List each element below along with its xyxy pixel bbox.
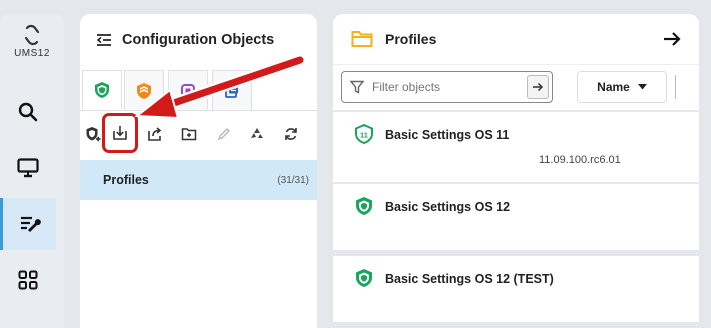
profiles-header: Profiles xyxy=(333,14,699,64)
tabs-divider xyxy=(80,110,317,111)
sort-dropdown[interactable]: Name xyxy=(577,71,667,103)
search-icon xyxy=(18,102,38,122)
apps-grid-icon xyxy=(18,270,38,290)
shield-icon xyxy=(356,269,372,287)
new-folder-button[interactable] xyxy=(176,120,202,148)
profile-card[interactable]: 11 Basic Settings OS 11 11.09.100.rc6.01 xyxy=(333,112,699,182)
profile-card[interactable]: Basic Settings OS 12 xyxy=(333,184,699,250)
profile-card-title: Basic Settings OS 12 xyxy=(385,200,511,214)
tab-profiles[interactable] xyxy=(82,70,122,110)
refresh-icon xyxy=(285,128,297,140)
nav-configuration[interactable] xyxy=(0,198,56,250)
app-logo: UMS12 xyxy=(10,24,54,59)
filter-objects-field xyxy=(341,71,553,103)
profiles-panel: Profiles Name 11 Basic Settings OS 11 11… xyxy=(333,14,699,328)
tab-templates[interactable] xyxy=(212,70,252,110)
edit-button[interactable] xyxy=(211,120,237,148)
export-icon xyxy=(148,127,162,141)
shield-11-icon: 11 xyxy=(355,124,373,144)
profiles-title: Profiles xyxy=(385,31,437,47)
nav-apps[interactable] xyxy=(0,254,56,306)
export-button[interactable] xyxy=(142,120,168,148)
import-button[interactable] xyxy=(102,113,138,153)
tree-item-profiles[interactable]: Profiles (31/31) xyxy=(80,160,317,200)
profile-card-subtitle: 11.09.100.rc6.01 xyxy=(539,154,621,166)
firmware-icon xyxy=(181,83,195,98)
shield-icon xyxy=(95,81,109,98)
profile-card-title: Basic Settings OS 12 (TEST) xyxy=(385,272,554,286)
configuration-objects-header: Configuration Objects xyxy=(80,14,317,66)
arrow-right-icon xyxy=(533,82,544,92)
filter-objects-input[interactable] xyxy=(372,80,512,94)
priority-shield-icon xyxy=(137,82,151,99)
nav-devices[interactable] xyxy=(0,142,56,194)
refresh-button[interactable] xyxy=(278,120,304,148)
logo-icon xyxy=(24,24,40,46)
tree-item-label: Profiles xyxy=(103,173,149,187)
caret-down-icon xyxy=(637,84,647,90)
new-profile-button[interactable] xyxy=(80,120,106,148)
tab-firmware[interactable] xyxy=(168,70,208,110)
recycle-button[interactable] xyxy=(244,120,270,148)
import-icon xyxy=(113,126,127,140)
new-folder-icon xyxy=(181,128,197,141)
collapse-panel-icon[interactable] xyxy=(96,33,112,47)
nav-search[interactable] xyxy=(0,86,56,138)
shield-icon xyxy=(356,197,372,215)
new-profile-icon xyxy=(86,127,101,142)
recycle-icon xyxy=(251,128,263,138)
svg-text:11: 11 xyxy=(360,131,368,140)
configuration-objects-panel: Configuration Objects Profiles (31/31) xyxy=(80,14,317,328)
tree-item-count: (31/31) xyxy=(277,174,309,186)
config-toolbar xyxy=(80,113,317,153)
pencil-icon xyxy=(217,127,231,141)
tab-priority-profiles[interactable] xyxy=(124,70,164,110)
folder-icon xyxy=(351,31,373,47)
sort-label: Name xyxy=(597,80,630,94)
filter-bar: Name xyxy=(333,64,699,110)
profile-card[interactable]: Basic Settings OS 12 (TEST) xyxy=(333,256,699,322)
config-tools-icon xyxy=(20,216,41,232)
template-icon xyxy=(225,84,238,98)
left-navigation: UMS12 xyxy=(0,14,64,328)
filter-icon xyxy=(350,80,364,94)
arrow-right-icon[interactable] xyxy=(663,31,681,47)
monitor-icon xyxy=(17,158,39,178)
filter-submit-button[interactable] xyxy=(527,75,549,99)
object-type-tabs xyxy=(80,70,317,112)
logo-text: UMS12 xyxy=(14,48,50,59)
panel-title: Configuration Objects xyxy=(122,32,275,48)
sort-direction-button[interactable] xyxy=(675,75,687,99)
profile-card-title: Basic Settings OS 11 xyxy=(385,128,510,142)
